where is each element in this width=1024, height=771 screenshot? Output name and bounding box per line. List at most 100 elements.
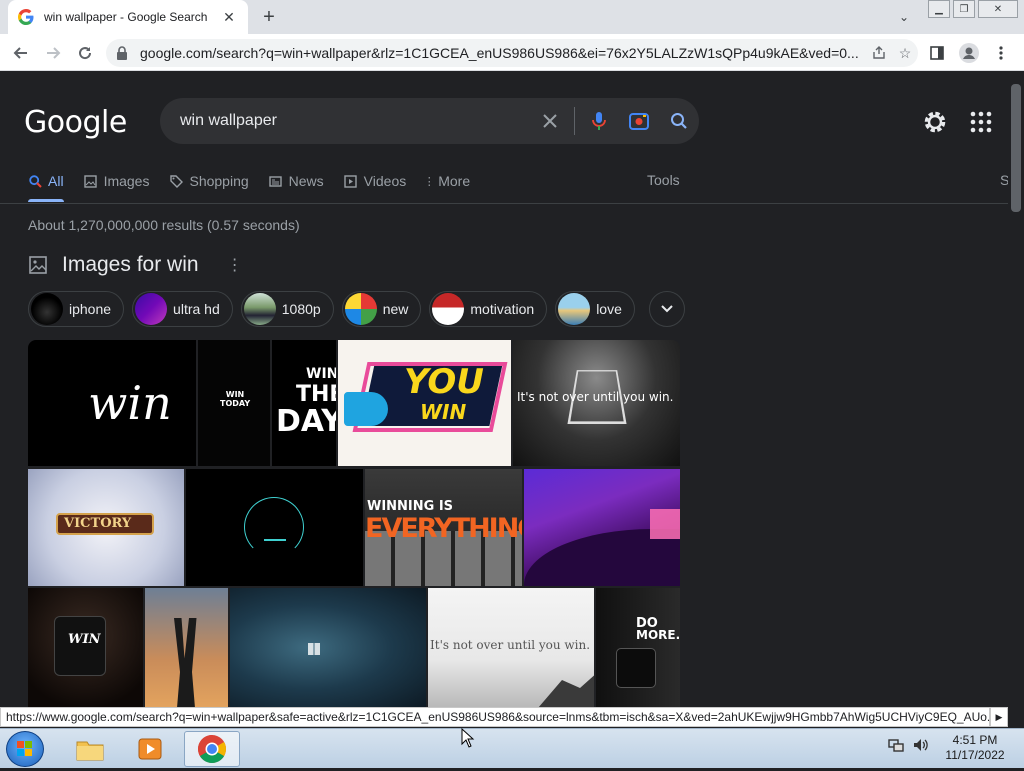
- more-options-icon[interactable]: ⋮: [227, 255, 243, 275]
- image-result[interactable]: DO MORE.: [596, 588, 680, 707]
- cut-off-link[interactable]: S: [1000, 172, 1008, 188]
- image-text: WIN: [306, 366, 336, 382]
- file-explorer-button[interactable]: [62, 731, 118, 767]
- tab-images[interactable]: Images: [84, 171, 150, 191]
- image-text: DAY: [276, 404, 336, 439]
- system-tray: [888, 737, 930, 753]
- google-favicon-icon: [18, 9, 34, 25]
- images-section-header: Images for win ⋮: [28, 253, 243, 277]
- chip-motivation[interactable]: motivation: [429, 291, 548, 327]
- scroll-right-arrow-icon[interactable]: ▶: [990, 707, 1008, 727]
- media-player-icon: [138, 738, 162, 760]
- chip-thumbnail: [344, 293, 377, 325]
- side-panel-icon[interactable]: [926, 42, 948, 64]
- tab-more[interactable]: ⋮ More: [424, 171, 470, 191]
- image-result[interactable]: [230, 588, 426, 707]
- share-icon[interactable]: [866, 40, 892, 66]
- tab-label: All: [48, 173, 64, 189]
- image-result[interactable]: YOU WIN: [338, 340, 511, 466]
- image-result[interactable]: [145, 588, 228, 707]
- image-text: VICTORY: [64, 516, 132, 531]
- tab-search-icon[interactable]: ⌄: [894, 7, 914, 27]
- chip-love[interactable]: love: [555, 291, 635, 327]
- address-bar[interactable]: google.com/search?q=win+wallpaper&rlz=1C…: [106, 39, 918, 67]
- windows-logo-icon: [17, 741, 32, 756]
- image-text: WIN: [420, 400, 467, 424]
- new-tab-button[interactable]: +: [258, 6, 280, 28]
- windows-logo-icon: [308, 643, 320, 655]
- chip-label: motivation: [470, 301, 535, 317]
- tab-videos[interactable]: Videos: [344, 171, 406, 191]
- start-button[interactable]: [6, 731, 44, 767]
- chip-thumbnail: [135, 293, 168, 325]
- tab-news[interactable]: News: [269, 171, 324, 191]
- image-icon: [84, 174, 98, 188]
- mouse-cursor-icon: [461, 728, 475, 748]
- chip-thumbnail: [243, 293, 276, 325]
- back-arrow-icon[interactable]: [10, 42, 32, 64]
- network-icon[interactable]: [888, 737, 904, 753]
- image-result[interactable]: [186, 469, 363, 586]
- image-result[interactable]: win: [28, 340, 196, 466]
- gear-icon[interactable]: [922, 109, 948, 135]
- tab-shopping[interactable]: Shopping: [169, 171, 249, 191]
- divider: [0, 203, 1008, 204]
- google-logo[interactable]: Google: [24, 105, 127, 140]
- minimize-button[interactable]: ▁: [928, 0, 950, 18]
- chip-ultra-hd[interactable]: ultra hd: [132, 291, 233, 327]
- media-player-button[interactable]: [122, 731, 178, 767]
- close-tab-icon[interactable]: ✕: [220, 8, 238, 26]
- taskbar-clock[interactable]: 4:51 PM 11/17/2022: [940, 733, 1010, 763]
- lock-icon: [117, 46, 127, 60]
- browser-menu-icon[interactable]: [990, 42, 1012, 64]
- clock-date: 11/17/2022: [945, 748, 1005, 762]
- image-result[interactable]: WIN THE DAY: [272, 340, 336, 466]
- chip-label: new: [382, 301, 409, 317]
- refine-chips: iphone ultra hd 1080p new motivation lov…: [28, 291, 685, 327]
- tab-label: Shopping: [189, 173, 249, 189]
- chrome-taskbar-button[interactable]: [184, 731, 240, 767]
- result-stats: About 1,270,000,000 results (0.57 second…: [28, 217, 300, 233]
- image-result[interactable]: It's not over until you win.: [428, 588, 594, 707]
- profile-avatar[interactable]: [958, 42, 980, 64]
- tab-label: Images: [103, 173, 150, 189]
- search-tabs: All Images Shopping News Videos ⋮ More: [28, 171, 490, 203]
- volume-icon[interactable]: [912, 737, 930, 753]
- image-result[interactable]: WINNING IS EVERYTHING: [365, 469, 522, 586]
- chip-new[interactable]: new: [341, 291, 422, 327]
- image-result[interactable]: WIN: [28, 588, 143, 707]
- microphone-icon[interactable]: [579, 101, 619, 141]
- image-result[interactable]: [524, 469, 680, 586]
- search-input[interactable]: win wallpaper: [180, 112, 530, 130]
- url-text: google.com/search?q=win+wallpaper&rlz=1C…: [140, 45, 859, 61]
- restore-button[interactable]: ❐: [953, 0, 975, 18]
- tab-all[interactable]: All: [28, 171, 64, 191]
- expand-chips-button[interactable]: [648, 291, 685, 327]
- windows-taskbar: 4:51 PM 11/17/2022: [0, 728, 1024, 768]
- image-result[interactable]: WIN TODAY: [198, 340, 270, 466]
- close-window-button[interactable]: ✕: [978, 0, 1018, 18]
- apps-grid-icon[interactable]: [970, 111, 992, 133]
- tab-strip: win wallpaper - Google Search ✕ + ⌄ ▁ ❐ …: [0, 0, 1024, 34]
- image-text: WINNING IS: [367, 499, 454, 514]
- image-result[interactable]: It's not over until you win.: [513, 340, 680, 466]
- bookmark-star-icon[interactable]: ☆: [892, 40, 918, 66]
- tag-icon: [169, 174, 183, 188]
- search-box[interactable]: win wallpaper: [160, 98, 699, 144]
- reload-icon[interactable]: [74, 42, 96, 64]
- chip-1080p[interactable]: 1080p: [240, 291, 334, 327]
- news-icon: [269, 174, 283, 188]
- active-tab-indicator: [28, 199, 64, 202]
- hand-silhouette: [174, 618, 197, 707]
- tools-button[interactable]: Tools: [647, 172, 680, 188]
- browser-tab[interactable]: win wallpaper - Google Search ✕: [8, 0, 248, 34]
- image-text: EVERYTHING: [365, 513, 522, 544]
- search-icon[interactable]: [659, 101, 699, 141]
- chip-label: ultra hd: [173, 301, 220, 317]
- chip-iphone[interactable]: iphone: [28, 291, 125, 327]
- clear-icon[interactable]: [530, 101, 570, 141]
- scrollbar-thumb[interactable]: [1011, 84, 1021, 212]
- forward-arrow-icon[interactable]: [42, 42, 64, 64]
- camera-lens-icon[interactable]: [619, 101, 659, 141]
- image-result[interactable]: VICTORY: [28, 469, 184, 586]
